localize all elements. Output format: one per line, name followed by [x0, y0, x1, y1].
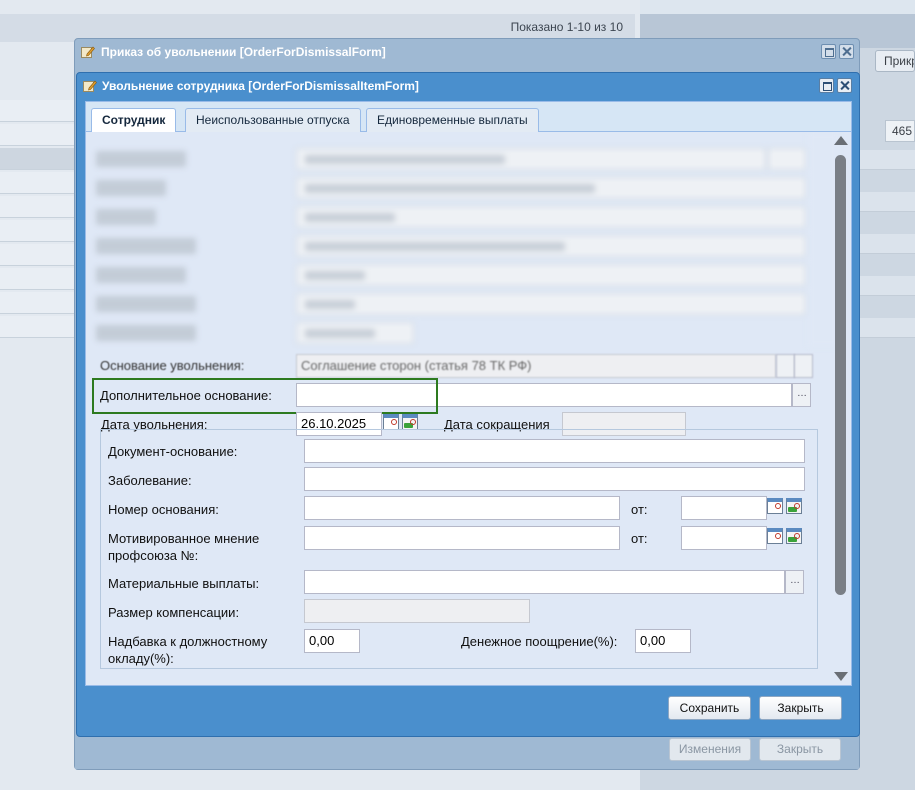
union-opinion-date-input[interactable] — [681, 526, 767, 550]
close-icon[interactable] — [837, 78, 852, 93]
salary-bonus-label: Надбавка к должностному — [108, 634, 268, 649]
employee-dismissal-footer: Сохранить Закрыть — [77, 686, 859, 736]
date-reset-icon[interactable] — [786, 528, 804, 548]
calendar-icon[interactable] — [767, 498, 785, 518]
tab-employee[interactable]: Сотрудник — [91, 108, 177, 133]
pager-text: Показано 1-10 из 10 — [510, 20, 623, 34]
calendar-icon[interactable] — [767, 528, 785, 548]
window-edit-icon — [83, 80, 97, 92]
background-row — [860, 150, 915, 170]
background-row — [0, 124, 75, 146]
union-opinion-input[interactable] — [304, 526, 620, 550]
background-row — [0, 316, 75, 338]
salary-bonus-input[interactable]: 0,00 — [304, 629, 360, 653]
dismissal-date-highlight — [92, 378, 438, 414]
tab-strip: Сотрудник Неиспользованные отпуска Едино… — [86, 102, 851, 133]
scroll-thumb[interactable] — [835, 155, 846, 595]
background-row — [0, 196, 75, 218]
close-button[interactable]: Закрыть — [759, 696, 842, 720]
minimize-icon[interactable] — [819, 78, 834, 93]
dismissal-basis-trigger-icon[interactable] — [776, 354, 795, 378]
employee-dismissal-titlebar[interactable]: Увольнение сотрудника [OrderForDismissal… — [77, 73, 859, 99]
cash-reward-label: Денежное поощрение(%): — [461, 634, 618, 649]
salary-bonus-label-line2: окладу(%): — [108, 651, 174, 666]
form-scrollbar[interactable] — [832, 134, 849, 683]
background-row — [0, 220, 75, 242]
employee-form: Основание увольнения: Соглашение сторон … — [86, 132, 851, 685]
background-row — [860, 192, 915, 212]
background-row — [860, 276, 915, 296]
close-icon[interactable] — [839, 44, 854, 59]
window-edit-icon — [81, 46, 95, 58]
union-opinion-from-label: от: — [631, 531, 648, 546]
scroll-up-icon[interactable] — [834, 136, 848, 145]
outer-close-button[interactable]: Закрыть — [759, 738, 841, 761]
background-row — [860, 234, 915, 254]
background-number-cell: 465 — [885, 120, 915, 142]
save-button[interactable]: Сохранить — [668, 696, 751, 720]
redacted-employee-info — [86, 132, 846, 347]
background-row — [0, 148, 75, 170]
minimize-icon[interactable] — [821, 44, 836, 59]
background-row — [0, 100, 75, 122]
material-payments-input[interactable] — [304, 570, 785, 594]
dismissal-basis-extra-icon[interactable] — [794, 354, 813, 378]
dismissal-order-title: Приказ об увольнении [OrderForDismissalF… — [101, 45, 386, 59]
document-basis-label: Документ-основание: — [108, 444, 238, 459]
compensation-input — [304, 599, 530, 623]
material-payments-label: Материальные выплаты: — [108, 576, 260, 591]
union-opinion-label-line2: профсоюза №: — [108, 548, 199, 563]
additional-basis-lookup-icon[interactable]: … — [792, 383, 811, 407]
employee-dismissal-title: Увольнение сотрудника [OrderForDismissal… — [102, 79, 419, 93]
tab-unused-vacations[interactable]: Неиспользованные отпуска — [185, 108, 361, 132]
background-attach-button: Прикр — [875, 50, 915, 72]
background-row — [0, 292, 75, 314]
compensation-label: Размер компенсации: — [108, 605, 240, 620]
employee-tab-panel: Сотрудник Неиспользованные отпуска Едино… — [85, 101, 852, 686]
document-basis-input[interactable] — [304, 439, 805, 463]
document-basis-fieldset: Документ-основание: Заболевание: Номер о… — [100, 429, 818, 669]
background-row — [0, 172, 75, 194]
material-payments-lookup-icon[interactable]: … — [785, 570, 804, 594]
scroll-down-icon[interactable] — [834, 672, 848, 681]
cash-reward-input[interactable]: 0,00 — [635, 629, 691, 653]
dismissal-basis-label: Основание увольнения: — [100, 358, 245, 373]
basis-number-from-label: от: — [631, 502, 648, 517]
background-row — [0, 268, 75, 290]
basis-number-label: Номер основания: — [108, 502, 219, 517]
dismissal-order-titlebar: Приказ об увольнении [OrderForDismissalF… — [75, 39, 859, 65]
basis-number-date-input[interactable] — [681, 496, 767, 520]
disease-label: Заболевание: — [108, 473, 192, 488]
date-reset-icon[interactable] — [786, 498, 804, 518]
background-row — [860, 318, 915, 338]
changes-button[interactable]: Изменения — [669, 738, 751, 761]
basis-number-input[interactable] — [304, 496, 620, 520]
tab-lump-sum-payments[interactable]: Единовременные выплаты — [366, 108, 539, 132]
union-opinion-label: Мотивированное мнение — [108, 531, 260, 546]
employee-dismissal-window: Увольнение сотрудника [OrderForDismissal… — [76, 72, 860, 737]
background-row — [0, 244, 75, 266]
disease-input[interactable] — [304, 467, 805, 491]
dismissal-basis-combo[interactable]: Соглашение сторон (статья 78 ТК РФ) — [296, 354, 776, 378]
